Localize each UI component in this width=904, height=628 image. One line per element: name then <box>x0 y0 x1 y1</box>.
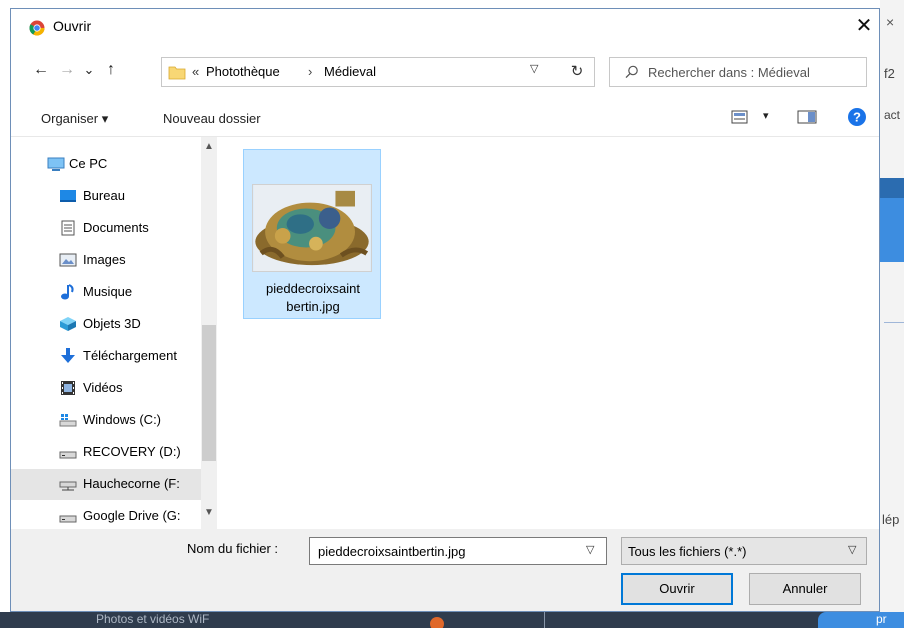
up-button[interactable]: ↑ <box>101 59 121 81</box>
background-divider <box>544 612 545 628</box>
navigation-scrollbar[interactable]: ▲ ▼ <box>201 137 217 529</box>
background-page: × f2 act lép <box>880 0 904 628</box>
sidebar-item-label: RECOVERY (D:) <box>83 444 181 459</box>
background-banner <box>880 198 904 262</box>
drive-icon <box>59 451 77 459</box>
open-file-dialog: Ouvrir ✕ ← → ⌄ ↑ « Photothèque › Médieva… <box>10 8 880 612</box>
sidebar-item-label: Bureau <box>83 188 125 203</box>
command-bar: Organiser ▾ Nouveau dossier ▾ ? <box>11 97 879 137</box>
cancel-button[interactable]: Annuler <box>749 573 861 605</box>
new-folder-button[interactable]: Nouveau dossier <box>163 111 261 126</box>
sidebar-item-images[interactable]: Images <box>11 245 203 276</box>
search-placeholder: Rechercher dans : Médieval <box>648 65 810 80</box>
address-bar[interactable]: « Photothèque › Médieval ▽ <box>161 57 595 87</box>
sidebar-item-videos[interactable]: Vidéos <box>11 373 203 404</box>
refresh-button[interactable]: ↻ <box>559 57 595 87</box>
help-icon[interactable]: ? <box>847 107 867 127</box>
sidebar-item-label: Hauchecorne (F: <box>83 476 180 491</box>
sidebar-item-hauchecorne-f[interactable]: Hauchecorne (F: <box>11 469 203 500</box>
recent-locations-button[interactable]: ⌄ <box>81 59 97 81</box>
scroll-up-icon[interactable]: ▲ <box>204 141 214 152</box>
svg-text:?: ? <box>853 110 861 125</box>
sidebar-item-label: Téléchargement <box>83 348 177 363</box>
search-box[interactable]: Rechercher dans : Médieval <box>609 57 867 87</box>
sidebar-item-telechargement[interactable]: Téléchargement <box>11 341 203 372</box>
file-type-filter[interactable]: Tous les fichiers (*.*) ▽ <box>621 537 867 565</box>
filename-value[interactable]: pieddecroixsaintbertin.jpg <box>318 544 465 559</box>
breadcrumb-separator[interactable]: › <box>308 64 312 79</box>
background-divider <box>884 322 904 323</box>
file-name: pieddecroixsaint bertin.jpg <box>248 280 378 316</box>
objects-3d-icon <box>60 317 76 331</box>
sidebar-item-label: Musique <box>83 284 133 299</box>
filename-field[interactable]: pieddecroixsaintbertin.jpg ▽ <box>309 537 607 565</box>
dialog-footer: Nom du fichier : pieddecroixsaintbertin.… <box>11 529 879 611</box>
sidebar-item-label: Ce PC <box>69 156 108 171</box>
documents-icon <box>61 220 75 236</box>
sidebar-item-ce-pc[interactable]: Ce PC <box>11 149 203 180</box>
sidebar-item-label: Documents <box>83 220 149 235</box>
sidebar-item-label: Objets 3D <box>83 316 141 331</box>
view-options-icon[interactable] <box>731 109 749 125</box>
title-bar: Ouvrir ✕ <box>11 9 879 45</box>
sidebar-item-recovery-d[interactable]: RECOVERY (D:) <box>11 437 203 468</box>
file-item[interactable]: pieddecroixsaint bertin.jpg <box>243 149 381 319</box>
video-icon <box>61 381 75 395</box>
breadcrumb-item[interactable]: Photothèque <box>206 64 280 79</box>
sidebar-item-musique[interactable]: Musique <box>11 277 203 308</box>
file-name-line: bertin.jpg <box>286 299 340 314</box>
images-icon <box>59 253 77 267</box>
download-icon <box>61 348 75 363</box>
sidebar-item-label: Windows (C:) <box>83 412 162 427</box>
file-name-line: pieddecroixsaint <box>266 281 360 296</box>
background-text: act <box>884 108 901 122</box>
close-button[interactable]: ✕ <box>851 12 877 40</box>
file-type-value: Tous les fichiers (*.*) <box>628 544 747 559</box>
windows-drive-icon <box>59 414 77 427</box>
pc-icon <box>47 157 65 171</box>
network-drive-icon <box>59 481 77 491</box>
sidebar-item-label: Google Drive (G: <box>83 508 181 523</box>
drive-icon <box>59 515 77 523</box>
preview-pane-icon[interactable] <box>797 109 817 125</box>
background-footer: Photos et vidéos WiF pr <box>0 612 904 628</box>
organise-menu[interactable]: Organiser ▾ <box>41 111 108 127</box>
background-icon <box>430 617 444 628</box>
sidebar-item-bureau[interactable]: Bureau <box>11 181 203 212</box>
sidebar-item-label: Vidéos <box>83 380 123 395</box>
scroll-down-icon[interactable]: ▼ <box>204 507 214 518</box>
sidebar-item-windows-c[interactable]: Windows (C:) <box>11 405 203 436</box>
folder-icon <box>168 66 186 80</box>
scrollbar-thumb[interactable] <box>202 325 216 461</box>
dialog-title: Ouvrir <box>53 18 92 34</box>
chevron-down-icon[interactable]: ▽ <box>848 543 856 556</box>
breadcrumb-item[interactable]: Médieval <box>324 64 376 79</box>
forward-button[interactable]: → <box>57 59 77 81</box>
sidebar-item-label: Images <box>83 252 126 267</box>
background-text: f2 <box>884 66 895 81</box>
navigation-pane: Ce PC Bureau Documents Images Musique Ob… <box>11 137 217 529</box>
back-button[interactable]: ← <box>31 59 51 81</box>
background-text: Photos et vidéos WiF <box>96 612 210 626</box>
breadcrumb-overflow[interactable]: « <box>192 64 199 79</box>
filename-label: Nom du fichier : <box>187 541 279 556</box>
background-close-icon: × <box>886 14 895 30</box>
file-list: pieddecroixsaint bertin.jpg <box>217 137 879 529</box>
chevron-down-icon[interactable]: ▽ <box>530 62 538 75</box>
search-icon <box>625 65 638 79</box>
open-button[interactable]: Ouvrir <box>621 573 733 605</box>
chevron-down-icon[interactable]: ▾ <box>763 109 769 122</box>
music-icon <box>61 284 74 300</box>
background-text: lép <box>882 512 900 527</box>
sidebar-item-documents[interactable]: Documents <box>11 213 203 244</box>
desktop-icon <box>60 190 76 202</box>
chrome-icon <box>29 20 45 36</box>
chevron-down-icon[interactable]: ▽ <box>586 543 594 556</box>
file-thumbnail <box>252 184 372 272</box>
sidebar-item-objets-3d[interactable]: Objets 3D <box>11 309 203 340</box>
background-button: pr <box>818 612 904 628</box>
sidebar-item-google-drive-g[interactable]: Google Drive (G: <box>11 501 203 529</box>
